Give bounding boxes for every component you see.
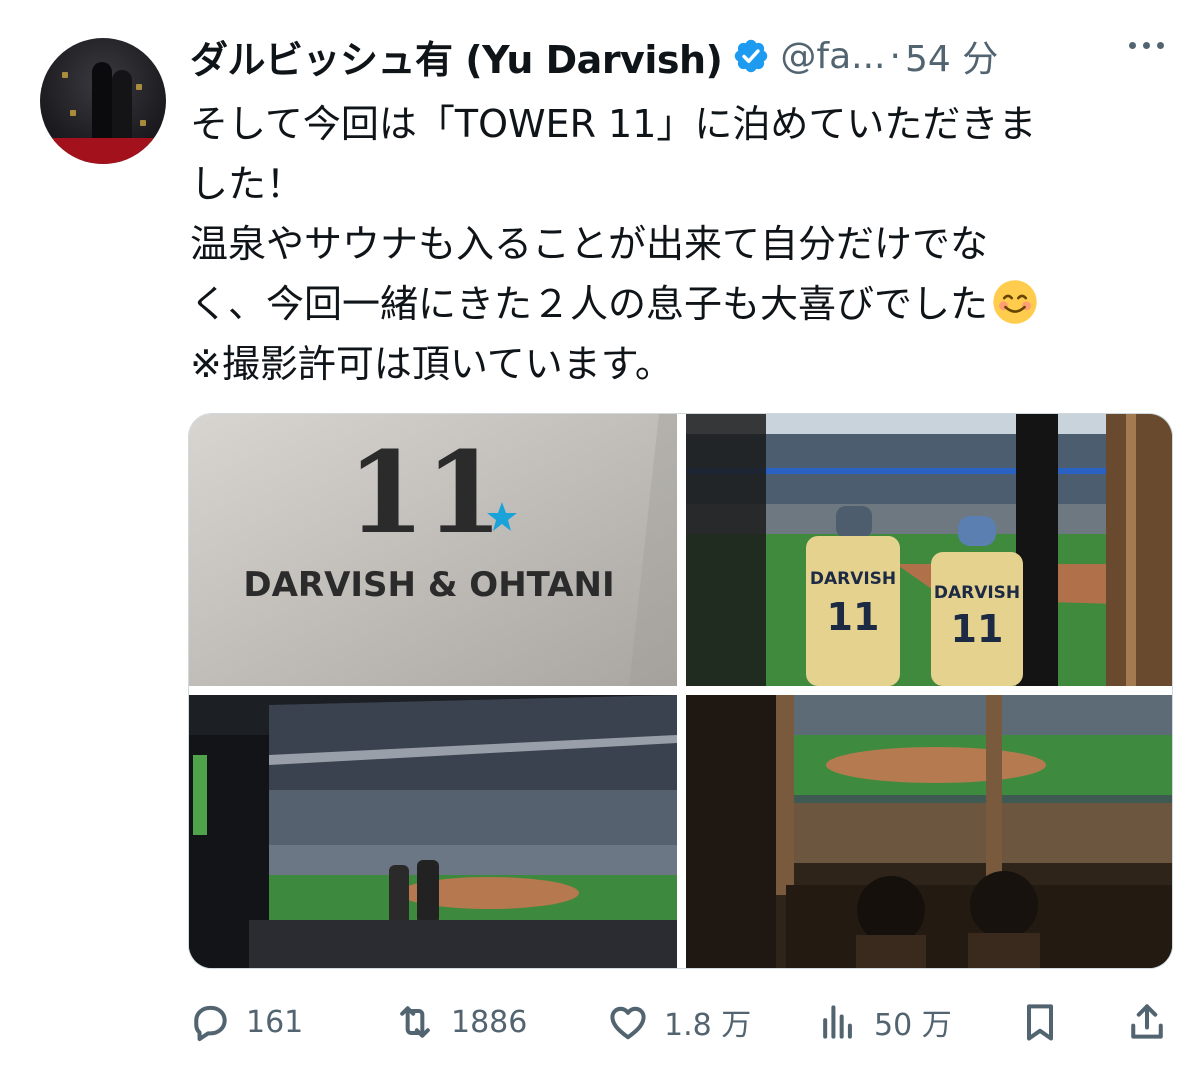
bookmark-button[interactable] (1018, 992, 1062, 1052)
more-options-icon[interactable] (1129, 42, 1164, 49)
backdrop-logo (140, 120, 146, 126)
reply-count: 161 (246, 1004, 304, 1040)
tweet-text-line: 温泉やサウナも入ることが出来て自分だけでな (190, 222, 989, 266)
sign-number: 11 (347, 428, 503, 559)
tweet-text-line: く、今回一緒にきた２人の息子も大喜びでした (190, 282, 989, 326)
tweet-text-line: ※撮影許可は頂いています。 (190, 342, 673, 386)
tweet-text: そして今回は「TOWER 11」に泊めていただきま した！ 温泉やサウナも入るこ… (190, 94, 1180, 394)
backdrop-logo (70, 110, 76, 116)
verified-badge-icon (735, 39, 768, 73)
jersey-number: 11 (951, 607, 1004, 651)
reply-button[interactable]: 161 (188, 992, 303, 1052)
tweet-text-line: そして今回は「TOWER 11」に泊めていただきま (190, 102, 1037, 146)
smiling-face-emoji-icon (993, 280, 1037, 324)
avatar[interactable] (40, 38, 166, 164)
display-name[interactable]: ダルビッシュ有 (Yu Darvish) (190, 29, 723, 84)
photo-boys-watching-field[interactable] (686, 695, 1172, 968)
views-count: 50 万 (874, 1008, 952, 1043)
boys-window-image: DARVISH 11 DARVISH 11 (686, 414, 1172, 686)
tweet-text-line-with-emoji: く、今回一緒にきた２人の息子も大喜びでした (190, 274, 1180, 334)
media-grid: 11 DARVISH & OHTANI DARVISH 11 DARVISH 1… (188, 413, 1173, 969)
red-carpet (40, 138, 166, 164)
like-count: 1.8 万 (664, 1008, 752, 1043)
backdrop-logo (62, 72, 68, 78)
stadium-view-image (189, 695, 677, 968)
retweet-button[interactable]: 1886 (393, 992, 527, 1052)
backdrop-logo (136, 84, 142, 90)
like-button[interactable]: 1.8 万 (606, 992, 751, 1052)
retweet-icon (400, 1006, 430, 1038)
tweet-text-line: した！ (190, 162, 305, 206)
views-chart-icon (823, 1005, 852, 1039)
reply-icon (194, 1005, 227, 1042)
sign-names: DARVISH & OHTANI (243, 565, 614, 605)
share-button[interactable] (1125, 992, 1169, 1052)
photo-tower11-sign[interactable]: 11 DARVISH & OHTANI (189, 414, 677, 686)
retweet-count: 1886 (451, 1004, 528, 1040)
action-bar: 161 1886 1.8 万 50 万 (188, 992, 1178, 1052)
bookmark-icon (1026, 1004, 1054, 1041)
jersey-name: DARVISH (934, 583, 1020, 603)
boys-field-image (686, 695, 1172, 968)
share-icon (1131, 1004, 1163, 1039)
timestamp[interactable]: 54 分 (905, 30, 998, 82)
jersey-name: DARVISH (810, 569, 896, 589)
photo-stadium-view[interactable] (189, 695, 677, 968)
jersey-number: 11 (827, 595, 880, 639)
separator-dot: · (889, 35, 901, 77)
photo-boys-in-jerseys[interactable]: DARVISH 11 DARVISH 11 (686, 414, 1172, 686)
tower11-sign-image: 11 DARVISH & OHTANI (189, 414, 677, 686)
views-button[interactable]: 50 万 (816, 992, 952, 1052)
tweet-header: ダルビッシュ有 (Yu Darvish) @fa... · 54 分 (190, 28, 1170, 84)
heart-icon (610, 1006, 646, 1040)
user-handle[interactable]: @fa... (780, 36, 885, 77)
